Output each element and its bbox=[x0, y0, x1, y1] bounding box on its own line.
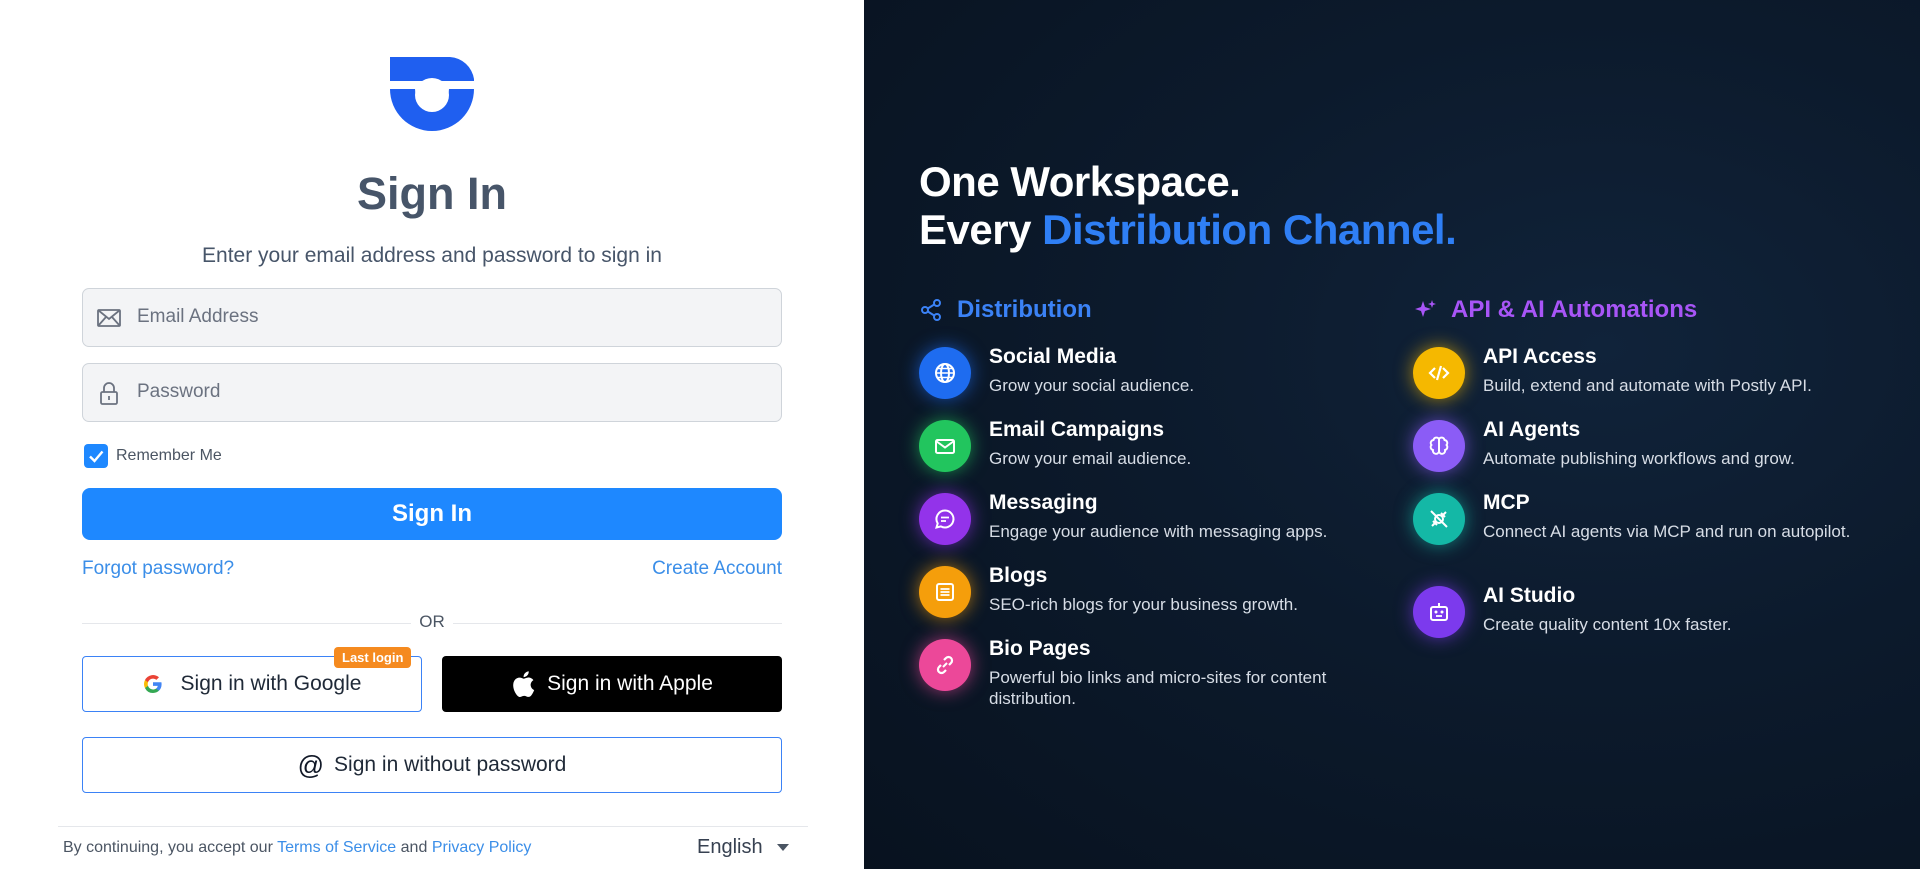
passwordless-signin-button[interactable]: @ Sign in without password bbox=[82, 737, 782, 793]
lock-icon bbox=[100, 382, 118, 405]
feature-title: API Access bbox=[1483, 345, 1597, 368]
password-field[interactable] bbox=[82, 363, 782, 422]
remember-me[interactable]: Remember Me bbox=[84, 444, 222, 468]
feature-title: Messaging bbox=[989, 491, 1098, 514]
feature-desc: Connect AI agents via MCP and run on aut… bbox=[1483, 522, 1851, 541]
remember-label: Remember Me bbox=[116, 447, 222, 464]
footer-divider bbox=[58, 826, 808, 827]
language-selector[interactable]: English bbox=[697, 836, 789, 859]
passwordless-label: Sign in without password bbox=[334, 753, 567, 776]
terms-prefix: By continuing, you accept our bbox=[63, 839, 273, 856]
feature-desc: Powerful bio links and micro-sites for c… bbox=[989, 668, 1327, 708]
feature-title: MCP bbox=[1483, 491, 1530, 514]
remember-checkbox[interactable] bbox=[84, 444, 108, 468]
mail-icon bbox=[919, 420, 971, 472]
privacy-policy-link[interactable]: Privacy Policy bbox=[432, 839, 532, 856]
apple-signin-button[interactable]: Sign in with Apple bbox=[442, 656, 782, 712]
headline-prefix: Every bbox=[919, 206, 1031, 253]
email-field[interactable] bbox=[82, 288, 782, 347]
apple-icon bbox=[513, 671, 535, 697]
robot-icon bbox=[1413, 586, 1465, 638]
feature-desc: Grow your email audience. bbox=[989, 449, 1192, 468]
terms-and: and bbox=[400, 839, 428, 856]
google-label: Sign in with Google bbox=[180, 672, 362, 695]
password-input[interactable] bbox=[137, 364, 767, 420]
article-icon bbox=[919, 566, 971, 618]
create-account-link[interactable]: Create Account bbox=[652, 558, 782, 580]
share-icon bbox=[921, 299, 941, 321]
terms-of-service-link[interactable]: Terms of Service bbox=[277, 839, 396, 856]
sign-in-button[interactable]: Sign In bbox=[82, 488, 782, 540]
sparkle-icon bbox=[1415, 300, 1436, 317]
brain-icon bbox=[1413, 420, 1465, 472]
last-login-badge: Last login bbox=[334, 647, 412, 668]
headline-line-2: Every Distribution Channel. bbox=[919, 206, 1457, 254]
or-label: OR bbox=[411, 612, 453, 631]
feature-desc: Create quality content 10x faster. bbox=[1483, 615, 1732, 634]
terms-notice: By continuing, you accept our Terms of S… bbox=[63, 839, 531, 857]
forgot-password-link[interactable]: Forgot password? bbox=[82, 558, 234, 580]
email-input[interactable] bbox=[137, 289, 767, 345]
headline-line-1: One Workspace. bbox=[919, 158, 1241, 205]
link-icon bbox=[919, 639, 971, 691]
brand-logo bbox=[390, 57, 474, 131]
feature-desc: Automate publishing workflows and grow. bbox=[1483, 449, 1795, 468]
feature-title: Social Media bbox=[989, 345, 1117, 368]
google-icon bbox=[143, 675, 162, 693]
or-divider: OR bbox=[0, 612, 864, 632]
feature-desc: Grow your social audience. bbox=[989, 376, 1195, 395]
caret-down-icon bbox=[776, 844, 789, 851]
language-label: English bbox=[697, 836, 763, 858]
feature-title: Bio Pages bbox=[989, 637, 1091, 660]
automations-section-title: API & AI Automations bbox=[1413, 296, 1697, 324]
chat-icon bbox=[919, 493, 971, 545]
plug-icon bbox=[1413, 493, 1465, 545]
promo-panel: One Workspace. Every Distribution Channe… bbox=[864, 0, 1920, 869]
feature-title: Email Campaigns bbox=[989, 418, 1165, 441]
distribution-title: Distribution bbox=[957, 296, 1092, 323]
feature-desc: SEO-rich blogs for your business growth. bbox=[989, 595, 1298, 614]
at-sign-icon: @ bbox=[297, 749, 325, 780]
promo-headline: One Workspace. Every Distribution Channe… bbox=[919, 158, 1457, 254]
feature-desc: Engage your audience with messaging apps… bbox=[989, 522, 1328, 541]
feature-desc: Build, extend and automate with Postly A… bbox=[1483, 376, 1812, 395]
feature-title: Blogs bbox=[989, 564, 1048, 587]
page-subtitle: Enter your email address and password to… bbox=[202, 244, 662, 267]
globe-icon bbox=[919, 347, 971, 399]
page-title: Sign In bbox=[357, 168, 507, 219]
feature-title: AI Studio bbox=[1483, 584, 1576, 607]
checkmark-icon bbox=[89, 450, 104, 463]
apple-label: Sign in with Apple bbox=[547, 672, 713, 695]
feature-title: AI Agents bbox=[1483, 418, 1581, 441]
signin-panel: Sign In Enter your email address and pas… bbox=[0, 0, 864, 869]
headline-accent: Distribution Channel. bbox=[1042, 206, 1457, 253]
distribution-section-title: Distribution bbox=[919, 296, 1092, 324]
automations-title: API & AI Automations bbox=[1451, 296, 1698, 323]
envelope-icon bbox=[97, 309, 121, 327]
code-icon bbox=[1413, 347, 1465, 399]
